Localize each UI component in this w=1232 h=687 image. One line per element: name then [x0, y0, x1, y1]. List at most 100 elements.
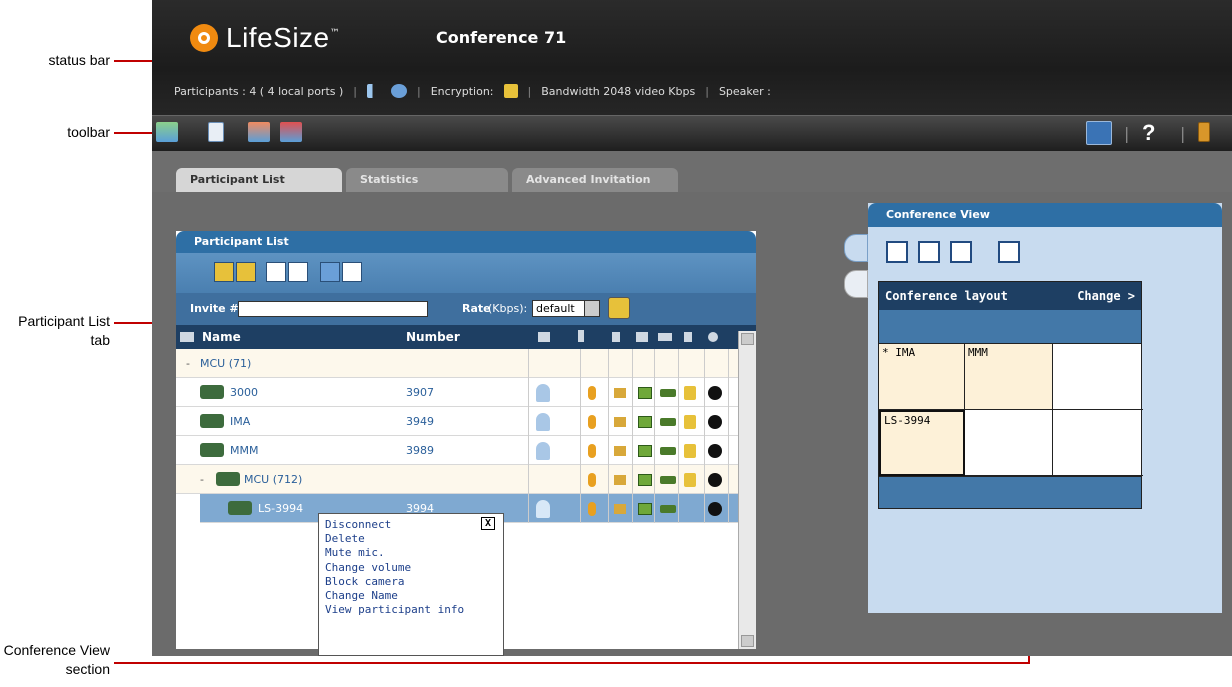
lock-icon [684, 444, 696, 458]
video-icon[interactable] [638, 416, 652, 428]
dial-icon[interactable] [608, 297, 630, 319]
video-icon[interactable] [638, 445, 652, 457]
toolbar: | ? | [152, 115, 1232, 151]
participant-list-tools [176, 253, 756, 293]
layout-cell[interactable] [965, 410, 1053, 476]
encryption-status: Encryption: [430, 84, 494, 98]
invite-label: Invite # [190, 302, 239, 315]
tab-bar: Participant List Statistics Advanced Inv… [176, 168, 678, 192]
status-bar: LifeSize ™ Conference 71 Participants : … [152, 0, 1232, 115]
layout-cell[interactable] [1053, 410, 1143, 476]
volume-icon[interactable] [614, 417, 626, 427]
mic-icon[interactable] [588, 386, 596, 400]
info-icon[interactable] [708, 415, 722, 429]
close-icon[interactable]: X [481, 517, 495, 530]
volume-icon[interactable] [614, 504, 626, 514]
grid-icon[interactable] [236, 262, 256, 282]
user-icon[interactable] [1086, 121, 1112, 145]
layout-person-icon[interactable] [886, 241, 908, 263]
video-icon[interactable] [638, 474, 652, 486]
participant-avatar-icon[interactable] [536, 442, 550, 460]
mic-icon[interactable] [588, 502, 596, 516]
row-collapse-toggle[interactable]: - [186, 357, 190, 370]
disconnect-participant-icon[interactable] [280, 122, 302, 142]
scroll-up-icon[interactable] [741, 333, 754, 345]
video-icon[interactable] [638, 503, 652, 515]
screenshot-root: status bar toolbar Participant List tab … [0, 0, 1232, 687]
layout-cell[interactable]: MMM [965, 344, 1053, 410]
column-number[interactable]: Number [406, 330, 460, 344]
row-collapse-toggle[interactable]: - [200, 473, 204, 486]
camera-icon[interactable] [660, 505, 676, 513]
mic-icon[interactable] [588, 415, 596, 429]
help-icon[interactable]: ? [1142, 120, 1155, 146]
presentation-icon[interactable] [844, 270, 868, 298]
invite-input[interactable] [238, 301, 428, 317]
participant-list-scrollbar[interactable] [738, 331, 756, 649]
tools-icon[interactable] [320, 262, 340, 282]
lock-icon [684, 415, 696, 429]
change-layout-link[interactable]: Change > [1077, 282, 1135, 310]
menu-item-change-volume[interactable]: Change volume [325, 561, 497, 575]
conference-title: Conference 71 [436, 28, 567, 47]
tab-advanced-invitation[interactable]: Advanced Invitation [512, 168, 678, 192]
participant-avatar-icon[interactable] [536, 384, 550, 402]
layout-cell[interactable] [1053, 344, 1143, 410]
rate-select[interactable]: default [532, 300, 600, 317]
add-participant-icon[interactable] [156, 122, 178, 142]
lock-icon [684, 386, 696, 400]
layout-table-icon[interactable] [918, 241, 940, 263]
callout-conference-view-line [114, 662, 1030, 664]
info-icon[interactable] [708, 502, 722, 516]
camera-icon[interactable] [660, 447, 676, 455]
layout-cell[interactable]: * IMA [879, 344, 965, 410]
menu-item-block-camera[interactable]: Block camera [325, 575, 497, 589]
info-icon[interactable] [708, 386, 722, 400]
speaker-icon[interactable] [367, 84, 382, 98]
menu-item-disconnect[interactable]: Disconnect [325, 518, 497, 532]
exit-icon[interactable] [1198, 122, 1210, 142]
tab-participant-list[interactable]: Participant List [176, 168, 342, 192]
column-video-icon [636, 332, 648, 342]
copy-icon[interactable] [208, 122, 224, 142]
volume-icon[interactable] [614, 388, 626, 398]
mic-icon[interactable] [588, 444, 596, 458]
menu-item-change-name[interactable]: Change Name [325, 589, 497, 603]
row-number: 3907 [406, 386, 434, 399]
menu-item-mute-mic[interactable]: Mute mic. [325, 546, 497, 560]
list-view-icon[interactable] [266, 262, 286, 282]
lifesize-logo: LifeSize ™ [190, 22, 340, 54]
menu-item-view-info[interactable]: View participant info [325, 603, 497, 617]
mic-icon[interactable] [588, 473, 596, 487]
layout-cell[interactable]: LS-3994 [879, 410, 965, 476]
scroll-down-icon[interactable] [741, 635, 754, 647]
layout-swap-icon[interactable] [950, 241, 972, 263]
row-name: 3000 [230, 386, 258, 399]
participant-avatar-icon[interactable] [536, 413, 550, 431]
mic-icon[interactable] [214, 262, 234, 282]
layout-star-icon[interactable] [998, 241, 1020, 263]
volume-icon[interactable] [614, 446, 626, 456]
remove-participant-icon[interactable] [248, 122, 270, 142]
callout-participant-list-tab: Participant List tab [18, 313, 110, 348]
camera-icon[interactable] [660, 476, 676, 484]
menu-item-delete[interactable]: Delete [325, 532, 497, 546]
camera-icon[interactable] [391, 84, 408, 98]
column-layout-icon [538, 332, 550, 342]
collapse-all-icon[interactable] [180, 332, 194, 342]
video-icon[interactable] [638, 387, 652, 399]
layout-subheader [879, 310, 1141, 344]
info-icon[interactable] [708, 473, 722, 487]
volume-icon[interactable] [614, 475, 626, 485]
document-icon[interactable] [342, 262, 362, 282]
column-name[interactable]: Name [202, 330, 241, 344]
info-icon[interactable] [708, 444, 722, 458]
camera-icon[interactable] [660, 418, 676, 426]
toolbar-divider: | [1124, 124, 1130, 143]
tab-statistics[interactable]: Statistics [346, 168, 508, 192]
table-header: Name Number [176, 325, 756, 349]
participant-view-icon[interactable] [844, 234, 868, 262]
camera-icon[interactable] [660, 389, 676, 397]
participant-avatar-icon[interactable] [536, 500, 550, 518]
tree-view-icon[interactable] [288, 262, 308, 282]
